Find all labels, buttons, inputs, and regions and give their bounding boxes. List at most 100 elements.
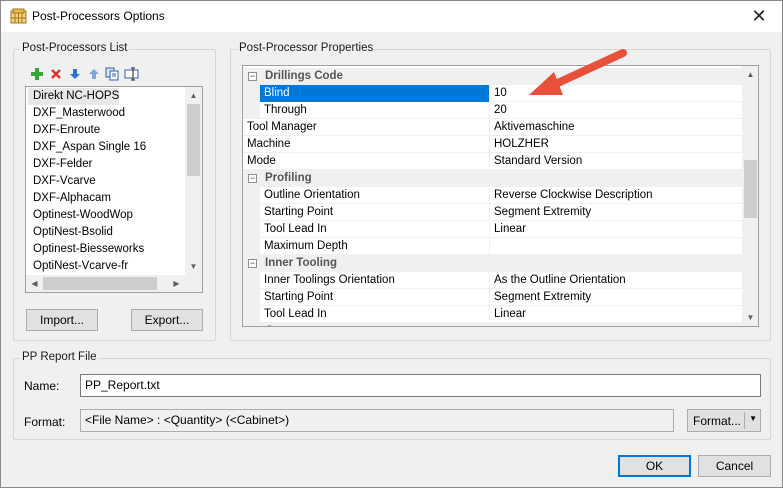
property-category[interactable]: −Grooves xyxy=(243,323,743,326)
scroll-thumb[interactable] xyxy=(43,277,157,290)
row-gutter xyxy=(243,238,260,255)
scroll-up-icon[interactable]: ▲ xyxy=(742,66,758,83)
property-name: Maximum Depth xyxy=(264,240,348,252)
close-button[interactable]: ✕ xyxy=(736,1,782,32)
copy-icon[interactable] xyxy=(104,66,121,82)
property-category[interactable]: − Drillings Code xyxy=(243,68,743,85)
property-category[interactable]: − Inner Tooling xyxy=(243,255,743,272)
property-row[interactable]: Inner Toolings Orientation As the Outline… xyxy=(243,272,743,289)
property-value[interactable]: 20 xyxy=(489,102,743,119)
category-label: Inner Tooling xyxy=(265,257,337,269)
property-row[interactable]: Maximum Depth xyxy=(243,238,743,255)
row-gutter xyxy=(243,85,260,102)
list-item[interactable]: DXF_Masterwood xyxy=(28,105,125,122)
property-row[interactable]: Starting Point Segment Extremity xyxy=(243,289,743,306)
list-item[interactable]: DXF-Alphacam xyxy=(28,190,111,207)
collapse-icon[interactable]: − xyxy=(248,259,257,268)
property-category[interactable]: − Profiling xyxy=(243,170,743,187)
cancel-button[interactable]: Cancel xyxy=(698,455,771,477)
property-grid[interactable]: −GroovesTool Lead InLinearStarting Point… xyxy=(242,65,759,327)
scroll-corner xyxy=(185,275,202,292)
delete-icon[interactable] xyxy=(47,66,64,82)
import-button[interactable]: Import... xyxy=(26,309,98,331)
report-name-input[interactable]: PP_Report.txt xyxy=(80,374,761,397)
property-name: Tool Manager xyxy=(247,121,317,133)
list-item[interactable]: Direkt NC-HOPS xyxy=(28,88,120,105)
property-name: Starting Point xyxy=(264,206,334,218)
row-gutter xyxy=(243,306,260,323)
rename-icon[interactable] xyxy=(123,66,140,82)
scroll-up-icon[interactable]: ▲ xyxy=(185,87,202,104)
export-button[interactable]: Export... xyxy=(131,309,203,331)
property-row[interactable]: Starting Point Segment Extremity xyxy=(243,204,743,221)
scroll-down-icon[interactable]: ▼ xyxy=(185,258,202,275)
ok-button[interactable]: OK xyxy=(618,455,691,477)
format-label: Format: xyxy=(24,415,66,429)
property-name: Mode xyxy=(247,155,276,167)
list-item[interactable]: DXF-Felder xyxy=(28,156,92,173)
move-up-icon[interactable] xyxy=(85,66,102,82)
pp-report-file-title: PP Report File xyxy=(20,351,99,363)
property-value[interactable]: Segment Extremity xyxy=(489,204,743,221)
property-row[interactable]: Blind 10 xyxy=(243,85,743,102)
property-value[interactable]: Segment Extremity xyxy=(489,289,743,306)
property-row[interactable]: Tool Lead In Linear xyxy=(243,221,743,238)
post-processors-options-dialog: Post-Processors Options ✕ Post-Processor… xyxy=(0,0,783,488)
scroll-thumb[interactable] xyxy=(744,160,757,218)
move-down-icon[interactable] xyxy=(66,66,83,82)
scroll-down-icon[interactable]: ▼ xyxy=(742,309,758,326)
property-name: Through xyxy=(264,104,307,116)
property-value[interactable]: 10 xyxy=(489,85,743,102)
collapse-icon[interactable]: − xyxy=(248,174,257,183)
window-title: Post-Processors Options xyxy=(32,9,165,23)
property-row[interactable]: Tool Manager Aktivemaschine xyxy=(243,119,743,136)
category-label: Grooves xyxy=(265,323,312,326)
add-icon[interactable] xyxy=(28,66,45,82)
scroll-left-icon[interactable]: ◀ xyxy=(26,275,43,292)
format-button[interactable]: Format... ▼ xyxy=(687,409,761,432)
app-icon xyxy=(10,8,27,24)
list-item[interactable]: Optinest-WoodWop xyxy=(28,207,133,224)
name-label: Name: xyxy=(24,379,60,393)
list-item[interactable]: DXF_Aspan Single 16 xyxy=(28,139,146,156)
row-gutter xyxy=(243,204,260,221)
chevron-down-icon[interactable]: ▼ xyxy=(749,414,757,423)
format-button-label: Format... xyxy=(693,413,742,428)
list-item[interactable]: OptiNest-Bsolid xyxy=(28,224,113,241)
property-name: Tool Lead In xyxy=(264,308,327,320)
collapse-icon[interactable]: − xyxy=(248,72,257,81)
selection-highlight xyxy=(260,85,489,102)
row-gutter xyxy=(243,102,260,119)
property-row[interactable]: Mode Standard Version xyxy=(243,153,743,170)
list-item[interactable]: Optinest-Biesseworks xyxy=(28,241,144,258)
scroll-right-icon[interactable]: ▶ xyxy=(168,275,185,292)
property-row[interactable]: Machine HOLZHER xyxy=(243,136,743,153)
property-value[interactable]: Reverse Clockwise Description xyxy=(489,187,743,204)
property-value[interactable] xyxy=(489,238,743,255)
report-format-field: <File Name> : <Quantity> (<Cabinet>) xyxy=(80,409,674,432)
property-name: Starting Point xyxy=(264,291,334,303)
list-vertical-scrollbar[interactable]: ▲ ▼ xyxy=(185,87,202,275)
grid-vertical-scrollbar[interactable]: ▲ ▼ xyxy=(742,66,758,326)
list-item[interactable]: DXF-Vcarve xyxy=(28,173,96,190)
property-name: Outline Orientation xyxy=(264,189,360,201)
list-horizontal-scrollbar[interactable]: ◀ ▶ xyxy=(26,275,185,292)
property-row[interactable]: Through 20 xyxy=(243,102,743,119)
list-item[interactable]: OptiNest-Vcarve-fr xyxy=(28,258,128,275)
list-toolbar xyxy=(28,66,140,82)
property-value[interactable]: Linear xyxy=(489,221,743,238)
property-row[interactable]: Outline Orientation Reverse Clockwise Des… xyxy=(243,187,743,204)
scroll-thumb[interactable] xyxy=(187,104,200,176)
property-value[interactable]: Aktivemaschine xyxy=(489,119,743,136)
property-value[interactable]: HOLZHER xyxy=(489,136,743,153)
post-processors-listbox[interactable]: Direkt NC-HOPS DXF_Masterwood DXF-Enrout… xyxy=(25,86,203,293)
close-icon: ✕ xyxy=(751,6,767,26)
property-row[interactable]: Tool Lead In Linear xyxy=(243,306,743,323)
list-item[interactable]: DXF-Enroute xyxy=(28,122,100,139)
property-value[interactable]: Standard Version xyxy=(489,153,743,170)
property-value[interactable]: Linear xyxy=(489,306,743,323)
row-gutter xyxy=(243,221,260,238)
property-value[interactable]: As the Outline Orientation xyxy=(489,272,743,289)
row-gutter xyxy=(243,272,260,289)
post-processors-list-title: Post-Processors List xyxy=(20,42,130,54)
